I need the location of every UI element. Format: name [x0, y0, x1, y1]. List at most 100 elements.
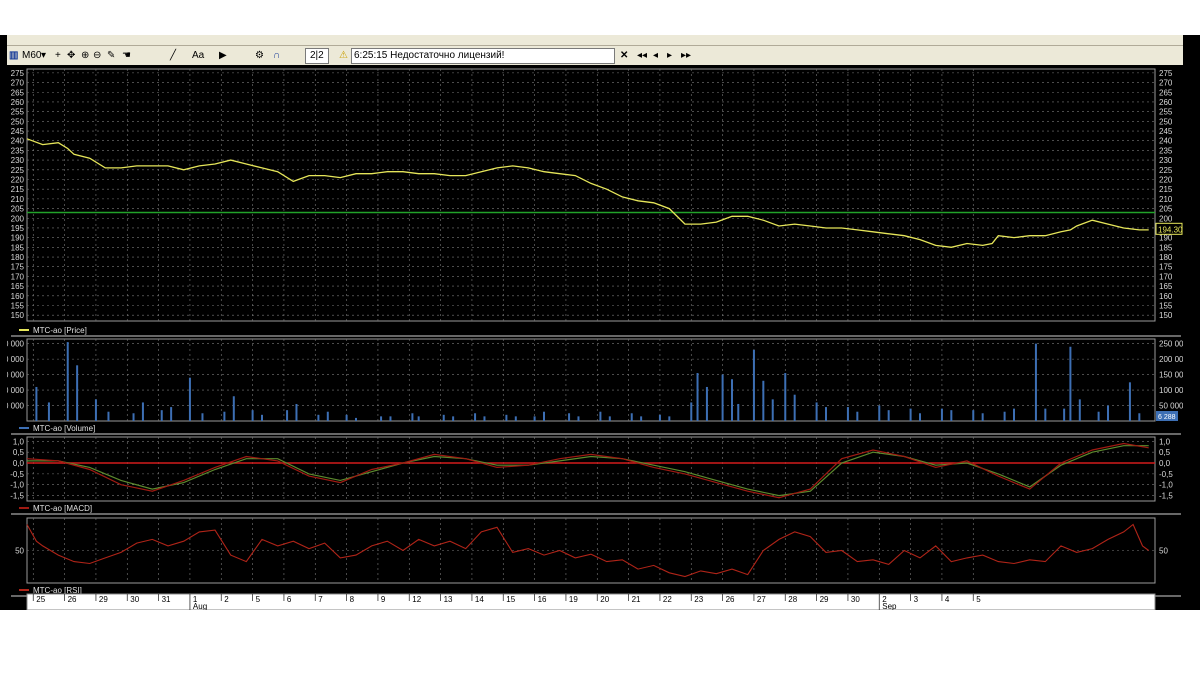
tick-label: 150: [1159, 311, 1173, 320]
tick-label: 210: [11, 195, 25, 204]
volume-bar: [1013, 408, 1015, 421]
tick-label: -1,0: [10, 481, 24, 490]
nav-last-button[interactable]: ▸▸: [681, 46, 691, 65]
chart-window: ▥ M60 ▾ + ✥ ⊕ ⊖ ✎ ☚ ╱ Aa ▶ ⚙ ∩ 2|2 ⚠ 6:2…: [0, 35, 1188, 611]
volume-bar: [1107, 405, 1109, 421]
volume-bar: [1078, 399, 1081, 421]
zoom-out-icon[interactable]: ⊖: [93, 46, 101, 65]
legend-label: MTC-ao [Price]: [33, 326, 87, 335]
volume-bar: [295, 403, 298, 421]
volume-bar: [1069, 346, 1072, 421]
volume-bar: [856, 411, 859, 421]
x-tick-label: 16: [538, 595, 547, 604]
x-tick-label: 20: [600, 595, 609, 604]
x-tick-label: 13: [444, 595, 453, 604]
volume-bar: [232, 396, 235, 421]
tick-label: 230: [11, 156, 25, 165]
nav-prev-button[interactable]: ◂: [653, 46, 658, 65]
timeframe-select[interactable]: M60: [22, 46, 41, 65]
month-label: Aug: [193, 602, 207, 610]
volume-bar: [950, 410, 953, 421]
volume-bar: [630, 413, 633, 421]
x-tick-label: 7: [318, 595, 323, 604]
x-tick-label: 25: [36, 595, 45, 604]
nav-next-button[interactable]: ▸: [667, 46, 672, 65]
tick-label: 175: [11, 263, 25, 272]
tick-label: 250: [1159, 117, 1173, 126]
right-edge: [1182, 35, 1200, 610]
pen-icon[interactable]: ✎: [107, 46, 115, 65]
tick-label: 150 000: [7, 371, 25, 380]
volume-bar: [793, 394, 796, 421]
x-tick-label: 22: [663, 595, 672, 604]
move-icon[interactable]: ✥: [67, 46, 75, 65]
pane-frame: [26, 517, 1156, 584]
tick-label: 50: [1159, 547, 1168, 556]
zoom-in-icon[interactable]: ⊕: [81, 46, 89, 65]
tick-label: 220: [11, 175, 25, 184]
volume-bar: [696, 373, 699, 421]
x-tick-label: 29: [99, 595, 108, 604]
volume-bar: [737, 403, 740, 421]
volume-bar: [568, 413, 571, 421]
volume-bar: [380, 416, 383, 421]
volume-bar: [658, 414, 661, 421]
status-field[interactable]: 6:25:15 Недостаточно лицензий!: [351, 48, 615, 64]
crosshair-icon[interactable]: +: [55, 46, 61, 65]
x-tick-label: 23: [694, 595, 703, 604]
font-button[interactable]: Aa: [192, 46, 204, 65]
x-tick-label: 26: [726, 595, 735, 604]
tick-label: 240: [11, 137, 25, 146]
volume-bar: [317, 414, 320, 421]
volume-bar: [483, 416, 486, 421]
signal-line: [27, 445, 1149, 497]
x-tick-label: 14: [475, 595, 484, 604]
volume-bar: [94, 399, 97, 421]
volume-bar: [705, 386, 708, 421]
chevron-down-icon[interactable]: ▾: [41, 46, 46, 65]
volume-bar: [1034, 343, 1037, 421]
volume-bar: [752, 349, 755, 421]
volume-bar: [1128, 382, 1131, 421]
tick-label: 0,0: [13, 459, 25, 468]
chart-toolbar: ▥ M60 ▾ + ✥ ⊕ ⊖ ✎ ☚ ╱ Aa ▶ ⚙ ∩ 2|2 ⚠ 6:2…: [7, 46, 1183, 66]
tick-label: -1,5: [10, 492, 24, 501]
volume-bar: [1138, 413, 1141, 421]
nav-first-button[interactable]: ◂◂: [637, 46, 647, 65]
x-tick-label: 29: [820, 595, 829, 604]
tick-label: 50: [15, 547, 24, 556]
chart-area[interactable]: 275 275 270 270 265 265 260 260 255 255 250 250 245 2…: [0, 65, 1188, 611]
tick-label: 0,0: [1159, 459, 1171, 468]
hand-icon[interactable]: ☚: [122, 46, 131, 65]
x-tick-label: 28: [788, 595, 797, 604]
tick-label: 215: [11, 185, 25, 194]
volume-bar: [345, 414, 348, 421]
volume-bar: [608, 416, 611, 421]
chart-canvas: 275 275270 270265 265260 260255 255250 250245 2…: [0, 68, 1188, 611]
volume-bar: [223, 411, 226, 421]
volume-bar: [442, 414, 445, 421]
volume-bar: [771, 399, 774, 421]
top-toolbar: [7, 35, 1183, 46]
volume-bar: [160, 410, 163, 421]
x-tick-label: 26: [68, 595, 77, 604]
magnet-icon[interactable]: ∩: [273, 46, 280, 65]
counter-field[interactable]: 2|2: [305, 48, 329, 64]
volume-bar: [878, 405, 881, 421]
chart-icon[interactable]: ▥: [9, 46, 18, 65]
settings-icon[interactable]: ⚙: [255, 46, 264, 65]
volume-bar: [972, 410, 975, 421]
tick-label: 255: [11, 108, 25, 117]
x-tick-label: 6: [287, 595, 292, 604]
close-icon[interactable]: ✕: [620, 46, 628, 65]
volume-bar: [599, 411, 602, 421]
volume-bar: [389, 416, 392, 421]
x-tick-label: 9: [381, 595, 386, 604]
x-tick-label: 15: [506, 595, 515, 604]
tick-label: 180: [1159, 253, 1173, 262]
line-tool-icon[interactable]: ╱: [170, 46, 176, 65]
marker-icon[interactable]: ▶: [219, 46, 227, 65]
macd-line: [26, 442, 1149, 499]
volume-bar: [731, 379, 733, 421]
volume-bar: [825, 407, 827, 421]
